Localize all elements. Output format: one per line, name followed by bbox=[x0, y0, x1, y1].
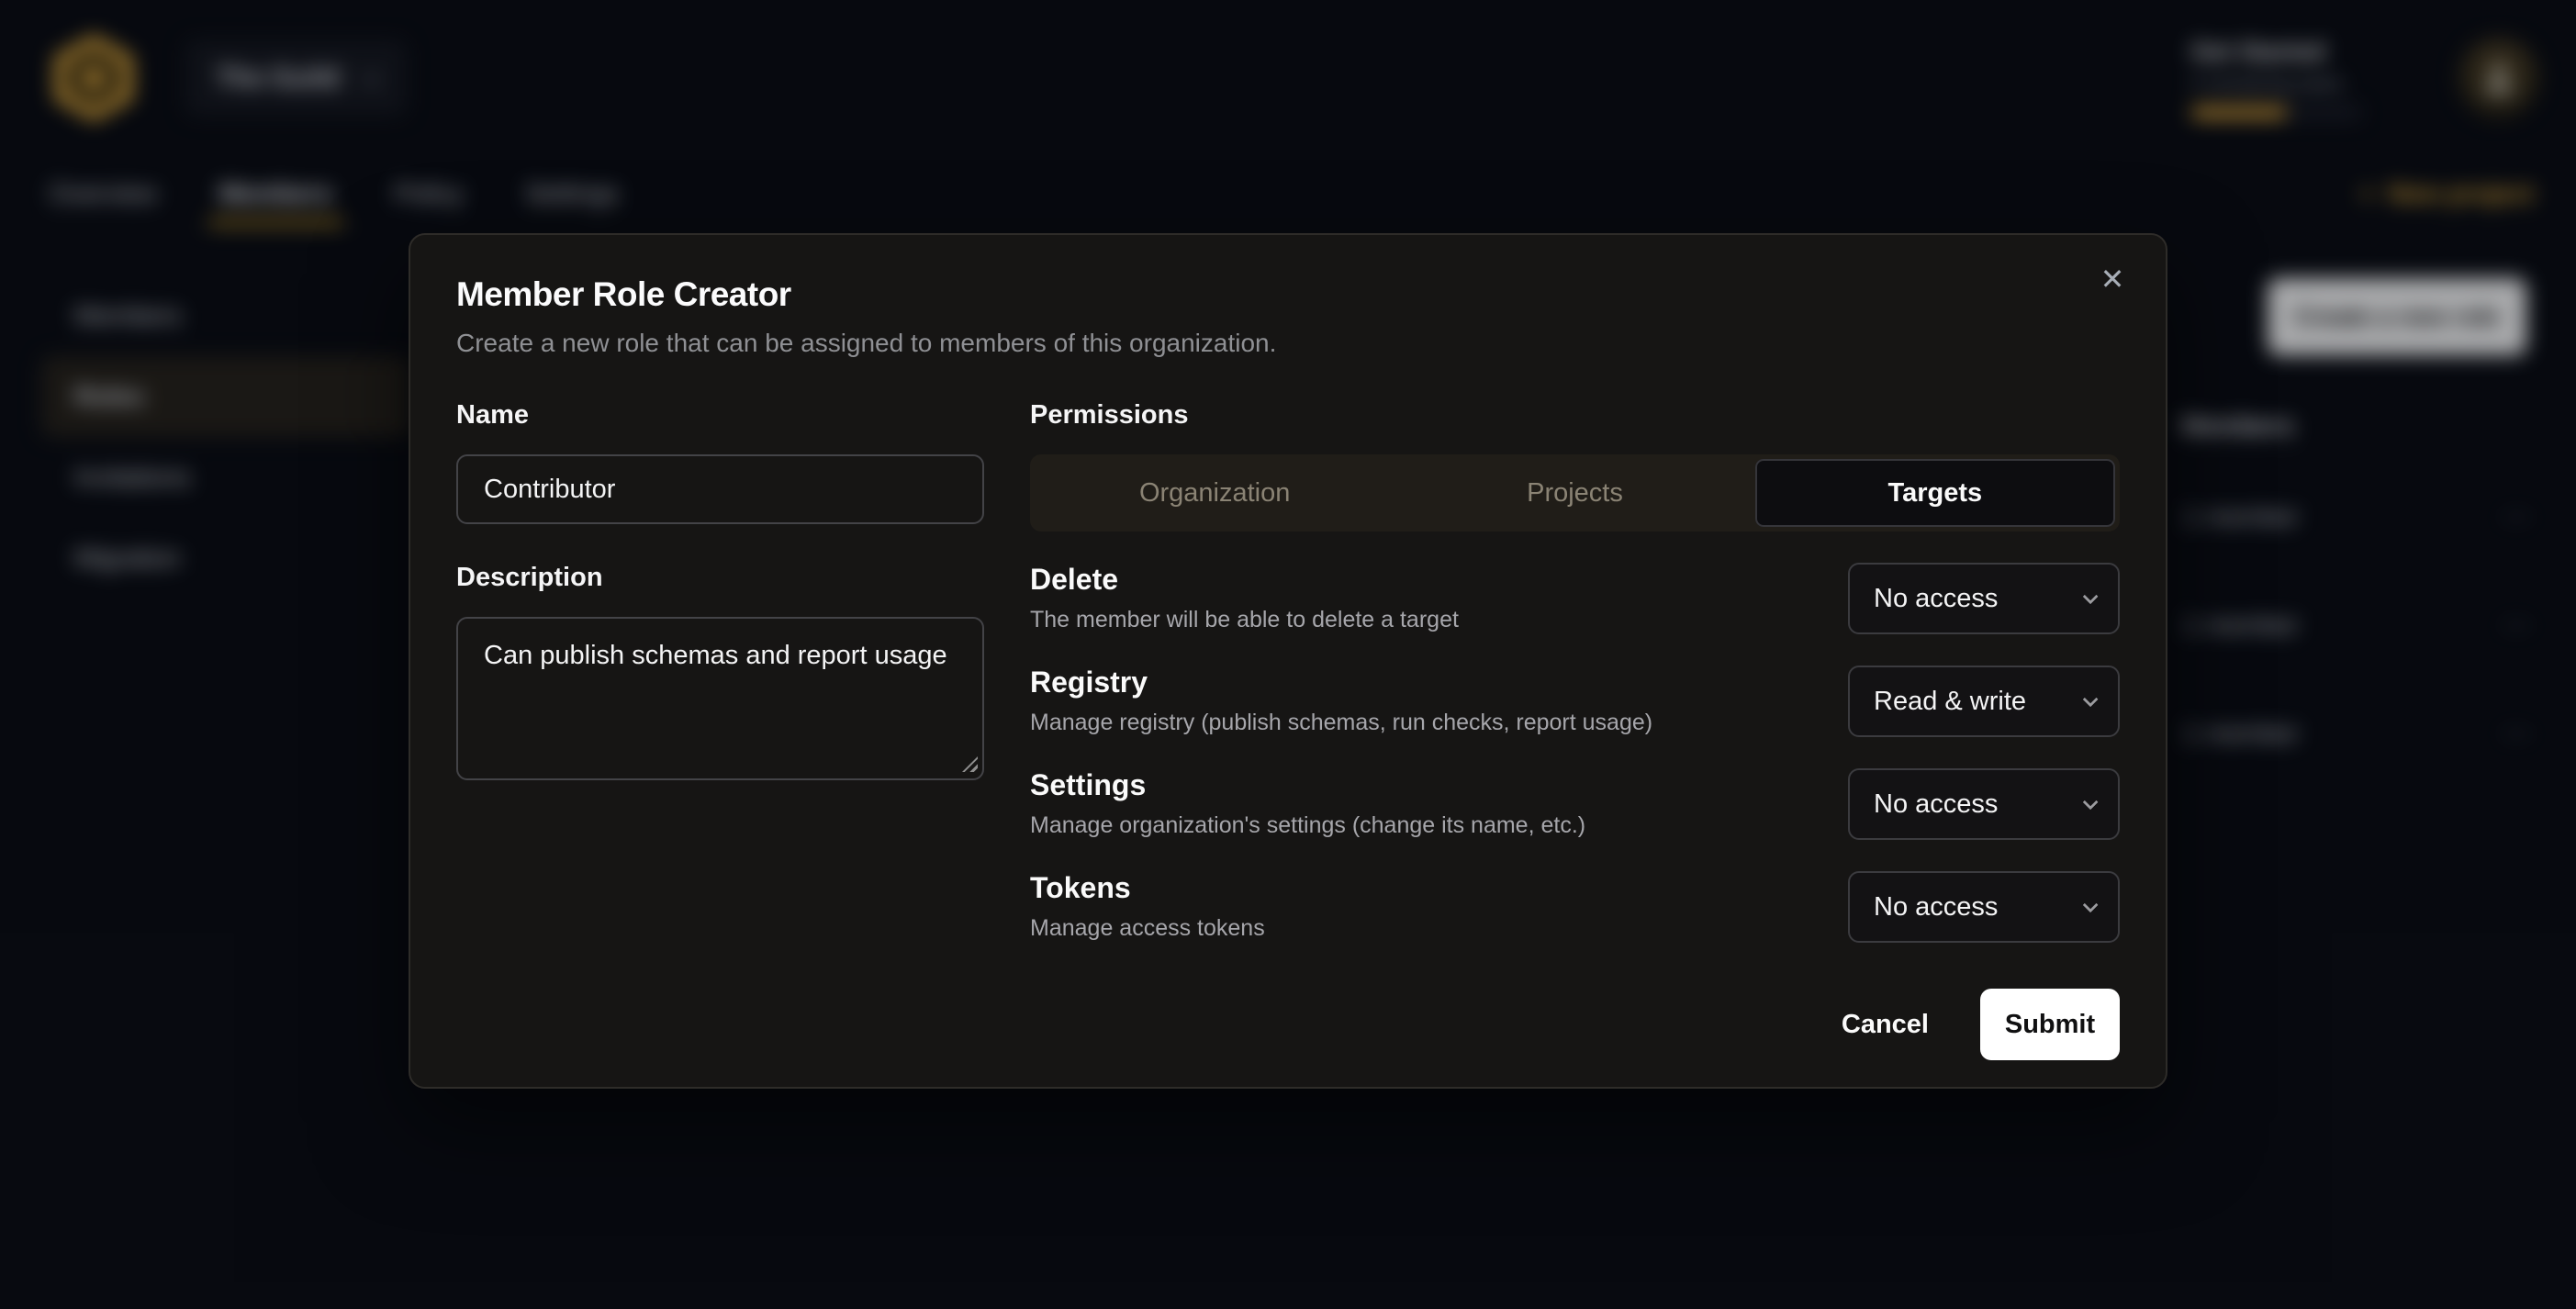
perm-tab-organization[interactable]: Organization bbox=[1035, 459, 1394, 527]
modal-body: Name Description Can publish schemas and… bbox=[456, 400, 2120, 1060]
modal-footer: Cancel Submit bbox=[1030, 989, 2120, 1060]
perm-tab-targets[interactable]: Targets bbox=[1755, 459, 2115, 527]
role-name-input[interactable] bbox=[456, 454, 984, 524]
permission-row-text: Delete The member will be able to delete… bbox=[1030, 563, 1459, 633]
perm-tab-projects[interactable]: Projects bbox=[1394, 459, 1754, 527]
permission-description: Manage registry (publish schemas, run ch… bbox=[1030, 710, 1652, 736]
permission-row-settings: Settings Manage organization's settings … bbox=[1030, 768, 2120, 840]
tokens-access-select[interactable]: No access bbox=[1848, 871, 2120, 943]
permission-row-text: Tokens Manage access tokens bbox=[1030, 871, 1265, 942]
delete-access-select[interactable]: No access bbox=[1848, 563, 2120, 634]
name-label: Name bbox=[456, 400, 984, 431]
modal-subtitle: Create a new role that can be assigned t… bbox=[456, 329, 2120, 358]
description-field-wrap: Can publish schemas and report usage bbox=[456, 617, 984, 780]
role-identity-column: Name Description Can publish schemas and… bbox=[456, 400, 984, 1060]
settings-access-select[interactable]: No access bbox=[1848, 768, 2120, 840]
modal-title: Member Role Creator bbox=[456, 275, 2120, 314]
description-label: Description bbox=[456, 563, 984, 593]
close-icon[interactable]: ✕ bbox=[2090, 257, 2134, 301]
chevron-down-icon bbox=[2083, 897, 2099, 912]
permission-title: Tokens bbox=[1030, 871, 1265, 905]
cancel-button[interactable]: Cancel bbox=[1818, 991, 1953, 1058]
select-value: Read & write bbox=[1874, 687, 2026, 717]
select-value: No access bbox=[1874, 584, 1998, 614]
chevron-down-icon bbox=[2083, 588, 2099, 604]
permission-title: Delete bbox=[1030, 563, 1459, 597]
registry-access-select[interactable]: Read & write bbox=[1848, 666, 2120, 737]
select-value: No access bbox=[1874, 892, 1998, 923]
permission-title: Registry bbox=[1030, 666, 1652, 699]
select-value: No access bbox=[1874, 789, 1998, 820]
role-description-textarea[interactable]: Can publish schemas and report usage bbox=[456, 617, 984, 780]
permission-row-text: Registry Manage registry (publish schema… bbox=[1030, 666, 1652, 736]
permission-row-text: Settings Manage organization's settings … bbox=[1030, 768, 1585, 839]
permission-description: Manage access tokens bbox=[1030, 915, 1265, 942]
permission-description: Manage organization's settings (change i… bbox=[1030, 812, 1585, 839]
permission-description: The member will be able to delete a targ… bbox=[1030, 607, 1459, 633]
permission-row-tokens: Tokens Manage access tokens No access bbox=[1030, 871, 2120, 943]
permission-title: Settings bbox=[1030, 768, 1585, 802]
permissions-column: Permissions Organization Projects Target… bbox=[1030, 400, 2120, 1060]
submit-button[interactable]: Submit bbox=[1980, 989, 2120, 1060]
permission-row-registry: Registry Manage registry (publish schema… bbox=[1030, 666, 2120, 737]
permission-row-delete: Delete The member will be able to delete… bbox=[1030, 563, 2120, 634]
chevron-down-icon bbox=[2083, 794, 2099, 810]
member-role-creator-modal: ✕ Member Role Creator Create a new role … bbox=[409, 233, 2167, 1089]
permissions-label: Permissions bbox=[1030, 400, 2120, 431]
permissions-scope-tabs: Organization Projects Targets bbox=[1030, 454, 2120, 531]
chevron-down-icon bbox=[2083, 691, 2099, 707]
